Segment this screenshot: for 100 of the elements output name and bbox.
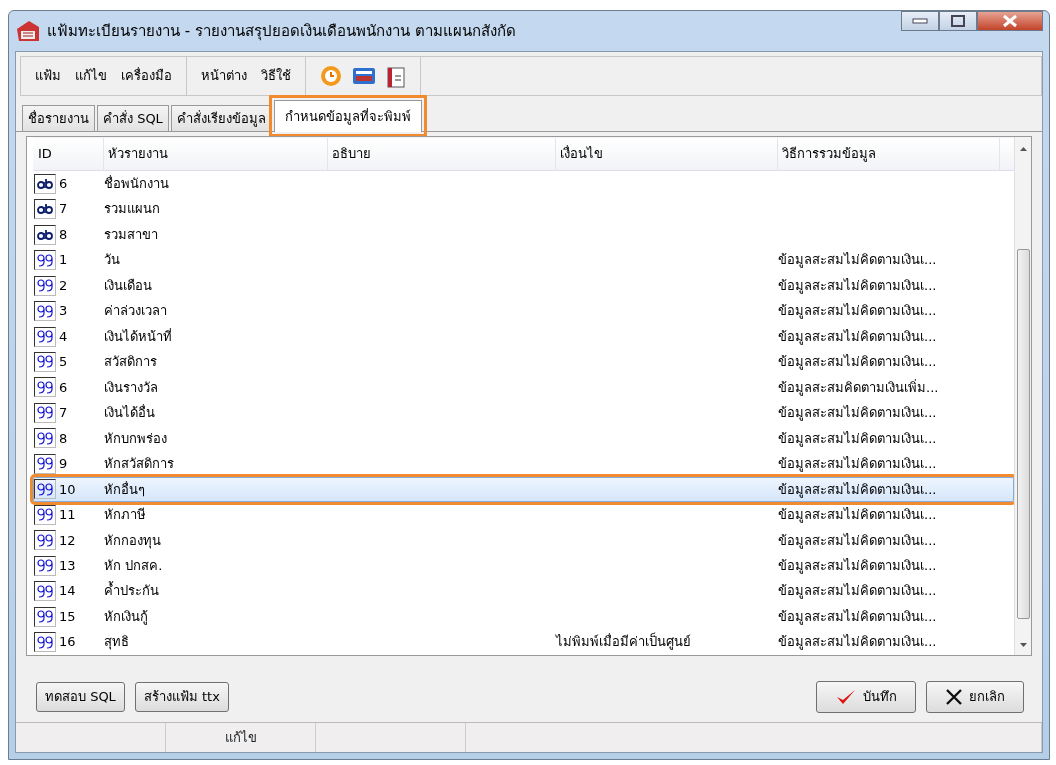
id-text: 4	[59, 327, 68, 346]
title-text: เงินได้อื่น	[104, 403, 156, 423]
close-icon	[945, 688, 963, 706]
table-row[interactable]: 12 หักกองทุน ข้อมูลสะสมไม่คิดตามเงินเ...	[33, 527, 1014, 553]
number-type-icon	[34, 555, 56, 576]
id-text: 8	[59, 225, 68, 244]
table-row[interactable]: 8 หักบกพร่อง ข้อมูลสะสมไม่คิดตามเงินเ...	[33, 425, 1014, 452]
method-text: ข้อมูลสะสมไม่คิดตามเงินเ...	[778, 276, 938, 296]
table-row[interactable]: 13 หัก ปกสค. ข้อมูลสะสมไม่คิดตามเงินเ...	[33, 553, 1014, 579]
action-button[interactable]: สร้างแฟ้ม ttx	[134, 682, 229, 712]
table-row[interactable]: 16 สุทธิ ไม่พิมพ์เมื่อมีค่าเป็นศูนย์ ข้อมูลสะสมไม่คิดตามเงินเ...	[33, 629, 1014, 655]
title-text: เงินรางวัล	[104, 378, 159, 397]
number-type-icon	[34, 530, 56, 551]
column-header[interactable]: หัวรายงาน	[104, 138, 328, 170]
cancel-button[interactable]: ยกเลิก	[926, 681, 1024, 713]
menu-item[interactable]: เครื่องมือ	[121, 66, 172, 86]
method-text: ข้อมูลสะสมไม่คิดตามเงินเ...	[778, 404, 938, 423]
method-text: ข้อมูลสะสมไม่คิดตามเงินเ...	[778, 455, 938, 474]
clock-icon[interactable]	[320, 65, 342, 87]
id-text: 11	[59, 506, 76, 525]
table-row[interactable]: 14 ค้ำประกัน ข้อมูลสะสมไม่คิดตามเงินเ...	[33, 578, 1014, 604]
table-row[interactable]: 3 ค่าล่วงเวลา ข้อมูลสะสมไม่คิดตามเงินเ...	[33, 298, 1014, 324]
app-icon	[15, 19, 41, 43]
action-button[interactable]: ทดสอบ SQL	[36, 682, 125, 712]
id-text: 15	[59, 607, 76, 626]
title-text: หักกองทุน	[104, 531, 162, 550]
checkmark-icon	[835, 688, 857, 706]
window-title: แฟ้มทะเบียนรายงาน - รายงานสรุปยอดเงินเดือนพนักงาน ตามแผนกสังกัด	[47, 20, 517, 43]
method-text: ข้อมูลสะสมไม่คิดตามเงินเ...	[778, 506, 938, 525]
number-type-icon	[34, 632, 56, 653]
table-row[interactable]: 7 เงินได้อื่น ข้อมูลสะสมไม่คิดตามเงินเ...	[33, 400, 1014, 426]
title-text: รวมสาขา	[104, 225, 159, 244]
column-header[interactable]: วิธีการรวมข้อมูล	[778, 138, 1000, 170]
title-text: หักสวัสดิการ	[104, 455, 175, 474]
menu-item[interactable]: แก้ไข	[75, 66, 107, 86]
method-text: ข้อมูลสะสมไม่คิดตามเงินเ...	[778, 531, 938, 550]
id-text: 6	[59, 174, 68, 193]
number-type-icon	[34, 250, 56, 271]
table-row[interactable]: 9 หักสวัสดิการ ข้อมูลสะสมไม่คิดตามเงินเ...	[33, 451, 1014, 477]
id-text: 2	[59, 276, 68, 295]
text-type-icon	[34, 199, 56, 220]
save-button[interactable]: บันทึก	[816, 681, 916, 713]
column-header[interactable]: เงื่อนไข	[556, 138, 778, 170]
number-type-icon	[34, 504, 56, 525]
method-text: ข้อมูลสะสมคิดตามเงินเพิ่ม...	[778, 378, 940, 398]
id-text: 9	[59, 455, 68, 474]
title-text: รวมแผนก	[104, 200, 161, 219]
tab[interactable]: ชื่อรายงาน	[22, 104, 95, 131]
menu-item[interactable]: หน้าต่าง	[201, 66, 247, 86]
title-text: หักบกพร่อง	[104, 429, 168, 448]
id-text: 7	[59, 200, 68, 219]
tab[interactable]: คำสั่งเรียงข้อมูล	[170, 104, 272, 131]
method-text: ข้อมูลสะสมไม่คิดตามเงินเ...	[778, 251, 938, 270]
minimize-button[interactable]	[901, 11, 939, 31]
id-text: 12	[59, 531, 76, 550]
title-text: หักเงินกู้	[104, 607, 149, 627]
table-row[interactable]: 6 ชื่อพนักงาน	[33, 170, 1014, 197]
status-text: แก้ไข	[166, 723, 316, 752]
scrollbar[interactable]	[1014, 137, 1031, 655]
number-type-icon	[34, 352, 56, 372]
minimize-icon	[912, 18, 928, 24]
column-header[interactable]: อธิบาย	[328, 138, 556, 170]
table-row[interactable]: 5 สวัสดิการ ข้อมูลสะสมไม่คิดตามเงินเ...	[33, 349, 1014, 375]
title-text: หักอื่นๆ	[104, 480, 146, 499]
method-text: ข้อมูลสะสมไม่คิดตามเงินเ...	[778, 327, 938, 347]
method-text: ข้อมูลสะสมไม่คิดตามเงินเ...	[778, 302, 938, 321]
table-row[interactable]: 7 รวมแผนก	[33, 196, 1014, 222]
id-text: 5	[59, 353, 68, 372]
scroll-up-icon[interactable]	[1018, 145, 1028, 153]
id-text: 7	[59, 404, 68, 423]
menu-item[interactable]: แฟ้ม	[35, 66, 61, 86]
method-text: ข้อมูลสะสมไม่คิดตามเงินเ...	[778, 582, 938, 601]
method-text: ข้อมูลสะสมไม่คิดตามเงินเ...	[778, 557, 938, 576]
table-row[interactable]: 6 เงินรางวัล ข้อมูลสะสมคิดตามเงินเพิ่ม...	[33, 374, 1014, 401]
menu-item[interactable]: วิธีใช้	[261, 66, 291, 86]
text-type-icon	[34, 173, 56, 194]
id-text: 10	[59, 480, 76, 499]
column-header[interactable]: ID	[34, 138, 104, 170]
title-text: เงินได้หน้าที่	[104, 327, 173, 346]
table-row[interactable]: 15 หักเงินกู้ ข้อมูลสะสมไม่คิดตามเงินเ...	[33, 603, 1014, 630]
number-type-icon	[34, 402, 56, 423]
method-text: ข้อมูลสะสมไม่คิดตามเงินเ...	[778, 429, 938, 449]
table-row[interactable]: 2 เงินเดือน ข้อมูลสะสมไม่คิดตามเงินเ...	[33, 272, 1014, 299]
table-row[interactable]: 1 วัน ข้อมูลสะสมไม่คิดตามเงินเ...	[33, 247, 1014, 273]
id-text: 14	[59, 582, 76, 601]
table-row[interactable]: 4 เงินได้หน้าที่ ข้อมูลสะสมไม่คิดตามเงินเ...	[33, 323, 1014, 350]
table-row[interactable]: 10 หักอื่นๆ ข้อมูลสะสมไม่คิดตามเงินเ...	[33, 476, 1014, 503]
table-row[interactable]: 8 รวมสาขา	[33, 221, 1014, 248]
scroll-down-icon[interactable]	[1018, 641, 1028, 649]
title-text: สุทธิ	[104, 633, 130, 652]
tab[interactable]: คำสั่ง SQL	[97, 104, 169, 131]
method-text: ข้อมูลสะสมไม่คิดตามเงินเ...	[778, 607, 938, 627]
maximize-button[interactable]	[939, 11, 977, 31]
number-type-icon	[34, 275, 56, 296]
method-text: ข้อมูลสะสมไม่คิดตามเงินเ...	[778, 480, 938, 500]
number-type-icon	[34, 377, 56, 398]
close-button[interactable]	[977, 11, 1043, 31]
title-text: สวัสดิการ	[104, 353, 158, 372]
table-row[interactable]: 11 หักภาษี ข้อมูลสะสมไม่คิดตามเงินเ...	[33, 502, 1014, 528]
number-type-icon	[34, 326, 56, 347]
